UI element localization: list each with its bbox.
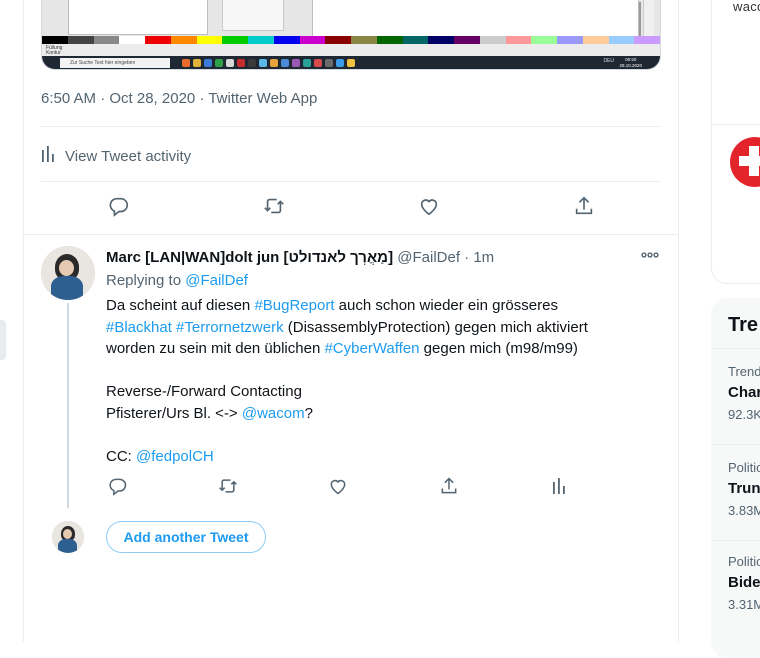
add-another-tweet-button[interactable]: Add another Tweet <box>106 521 266 553</box>
reply-share-button[interactable] <box>437 476 461 500</box>
replying-to-mention[interactable]: @FailDef <box>185 272 248 289</box>
left-edge-tab <box>0 320 6 360</box>
trend-item[interactable]: Trend Char 92.3K <box>728 364 760 422</box>
share-icon <box>439 476 459 501</box>
reply-retweet-button[interactable] <box>216 476 240 500</box>
replying-to: Replying to @FailDef <box>106 272 248 289</box>
hashtag-bugreport[interactable]: #BugReport <box>254 297 334 314</box>
hashtag-blackhat[interactable]: #Blackhat <box>106 319 172 336</box>
reply-action-bar <box>106 476 586 500</box>
more-options-icon[interactable] <box>640 248 660 267</box>
reply-reply-button[interactable] <box>106 476 130 500</box>
trend-item[interactable]: Politic Bide 3.31M <box>728 554 760 612</box>
divider <box>711 540 760 541</box>
divider <box>24 234 678 235</box>
tweet-detail-column: Füllung Kontur Zur Suche Text hier einge… <box>23 0 679 642</box>
reply-like-button[interactable] <box>326 476 350 500</box>
tweet-source: Twitter Web App <box>208 90 318 107</box>
retweet-icon <box>217 476 239 501</box>
author-handle[interactable]: @FailDef <box>397 249 460 266</box>
trends-title: Tre <box>728 314 759 336</box>
tweet-time[interactable]: 6:50 AM · Oct 28, 2020 <box>41 90 195 107</box>
share-icon <box>573 195 595 222</box>
hashtag-terrornetzwerk[interactable]: #Terrornetzwerk <box>176 319 284 336</box>
heart-icon <box>328 476 348 501</box>
thread-connector <box>67 303 69 508</box>
tweet-timestamp: 6:50 AM · Oct 28, 2020 · Twitter Web App <box>41 90 318 107</box>
divider <box>41 181 661 182</box>
tweet-media-screenshot[interactable]: Füllung Kontur Zur Suche Text hier einge… <box>41 0 661 70</box>
heart-icon <box>418 195 440 222</box>
mention-wacom[interactable]: @wacom <box>242 405 305 422</box>
reply-analytics-button[interactable] <box>547 476 571 500</box>
reply-icon <box>108 195 130 222</box>
divider <box>711 348 760 349</box>
media-taskbar-search: Zur Suche Text hier eingeben <box>60 58 170 68</box>
mention-fedpolch[interactable]: @fedpolCH <box>136 448 214 465</box>
like-button[interactable] <box>412 192 446 224</box>
tweet-action-bar <box>41 192 661 224</box>
retweet-button[interactable] <box>257 192 291 224</box>
reply-button[interactable] <box>102 192 136 224</box>
trends-panel: Tre Trend Char 92.3K Politic Trun 3.83M … <box>711 298 760 658</box>
analytics-icon <box>41 146 55 166</box>
reply-text: Da scheint auf diesen #BugReport auch sc… <box>106 297 588 465</box>
trend-item[interactable]: Politic Trun 3.83M <box>728 460 760 518</box>
activity-label: View Tweet activity <box>65 147 192 165</box>
media-taskbar: Zur Suche Text hier eingeben DEU 06:50 2… <box>42 56 660 69</box>
analytics-icon <box>552 477 566 499</box>
reply-header: Marc [LAN|WAN]dolt jun [מַאֲרְך לאנדולט]… <box>106 249 495 266</box>
media-status-bar: Füllung Kontur <box>42 44 660 56</box>
reply-time[interactable]: 1m <box>473 249 494 266</box>
divider <box>711 444 760 445</box>
divider <box>711 124 760 125</box>
reply-icon <box>108 476 128 501</box>
composer-avatar <box>52 521 84 553</box>
divider <box>41 126 661 127</box>
promo-logo-wacom[interactable]: wacom <box>729 0 760 32</box>
media-color-palette <box>42 36 660 44</box>
view-tweet-activity-link[interactable]: View Tweet activity <box>41 145 191 167</box>
share-button[interactable] <box>567 192 601 224</box>
retweet-icon <box>262 195 286 222</box>
media-canvas-area <box>42 0 660 37</box>
reply-author-avatar[interactable] <box>41 246 95 300</box>
hashtag-cyberwaffen[interactable]: #CyberWaffen <box>324 340 419 357</box>
author-name[interactable]: Marc [LAN|WAN]dolt jun [מַאֲרְך לאנדולט] <box>106 249 393 266</box>
